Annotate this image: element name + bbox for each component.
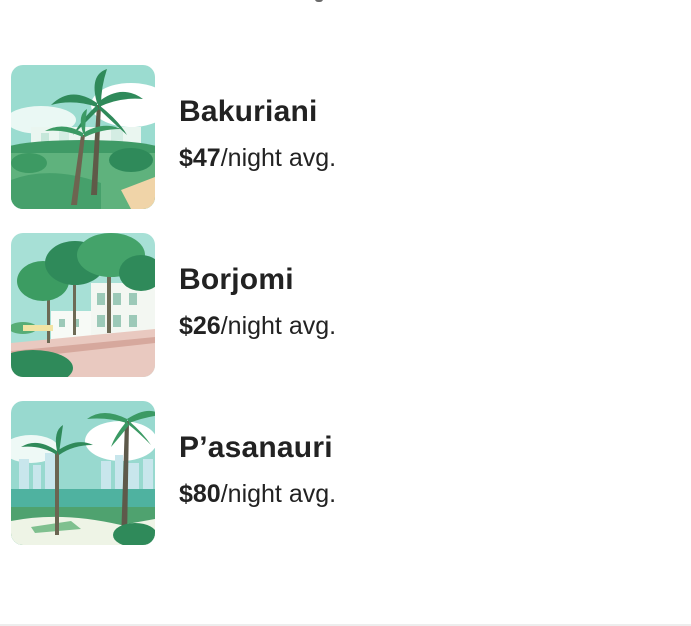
destination-item-pasanauri[interactable]: P’asanauri $80/night avg.	[11, 401, 691, 545]
price-unit: /night avg.	[220, 480, 337, 508]
destination-text: Bakuriani $47/night avg.	[179, 65, 336, 209]
destination-list: Bakuriani $47/night avg. Borjomi $26/nig…	[11, 65, 691, 569]
nightly-price: $80	[179, 480, 221, 508]
palm-park-illustration-icon	[11, 65, 155, 209]
price-unit: /night avg.	[220, 312, 337, 340]
destination-name: Bakuriani	[179, 95, 318, 128]
price-line: $80/night avg.	[179, 478, 336, 510]
destination-item-bakuriani[interactable]: Bakuriani $47/night avg.	[11, 65, 691, 209]
palm-city-skyline-illustration-icon	[11, 401, 155, 545]
nightly-price: $47	[179, 144, 221, 172]
price-unit: /night avg.	[220, 144, 337, 172]
destination-text: P’asanauri $80/night avg.	[179, 401, 336, 545]
tree-lined-street-illustration-icon	[11, 233, 155, 377]
price-line: $47/night avg.	[179, 142, 336, 174]
destination-text: Borjomi $26/night avg.	[179, 233, 336, 377]
destination-item-borjomi[interactable]: Borjomi $26/night avg.	[11, 233, 691, 377]
destination-name: P’asanauri	[179, 431, 333, 464]
partial-overflow-element	[315, 0, 323, 2]
nightly-price: $26	[179, 312, 221, 340]
price-line: $26/night avg.	[179, 310, 336, 342]
destination-name: Borjomi	[179, 263, 294, 296]
